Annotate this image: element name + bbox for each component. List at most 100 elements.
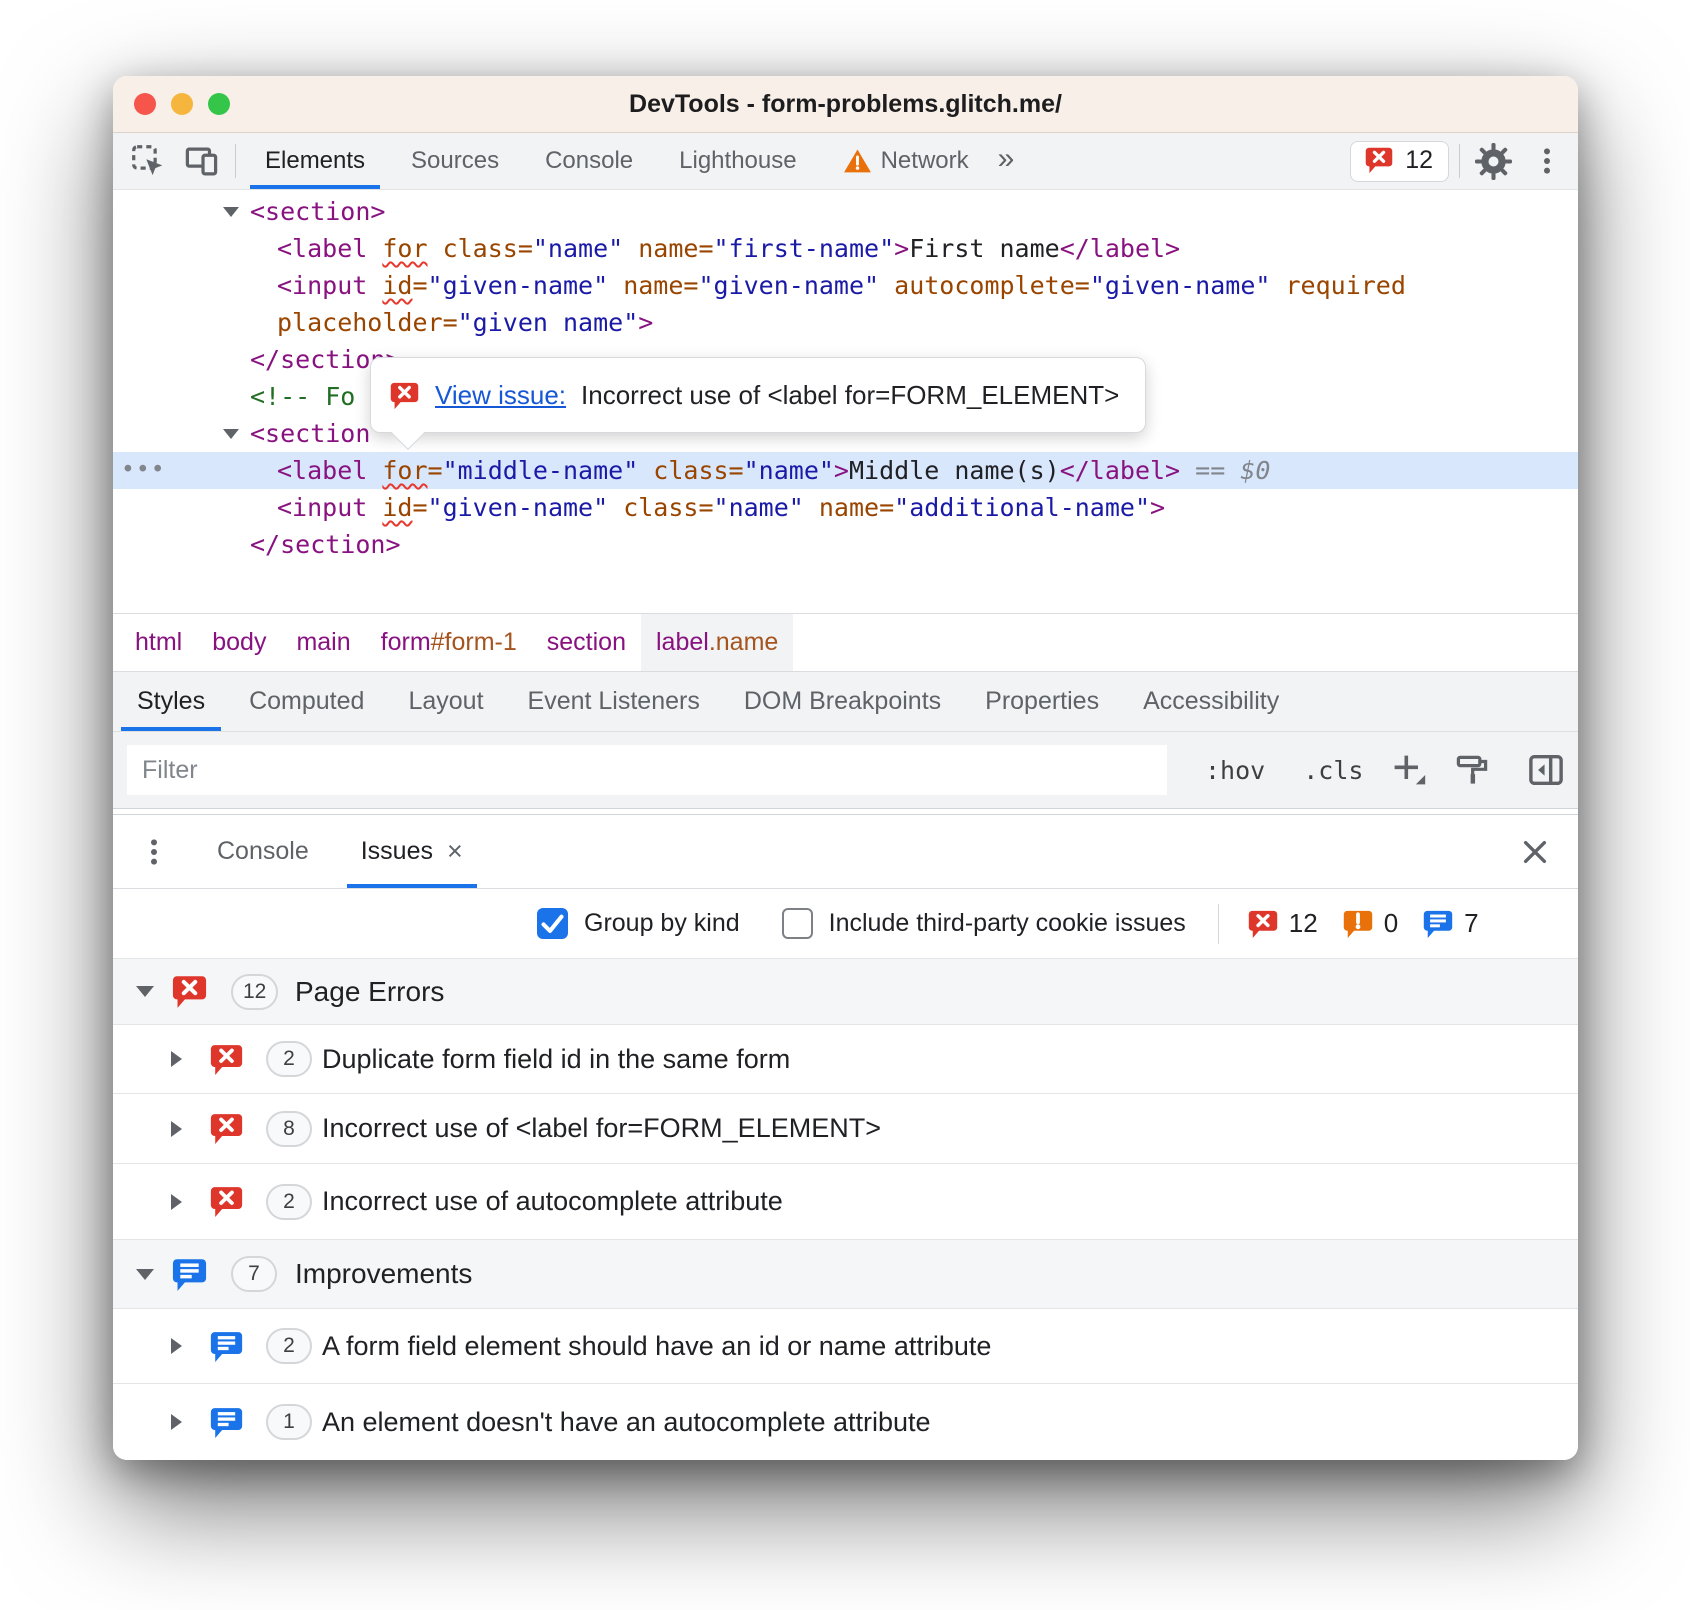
dom-node-line-selected[interactable]: •••<label for="middle-name" class="name"… — [113, 452, 1578, 489]
minimize-window-button[interactable] — [171, 93, 193, 115]
breadcrumb-body[interactable]: body — [197, 614, 281, 671]
group-by-kind-label: Group by kind — [584, 909, 740, 938]
tab-computed[interactable]: Computed — [227, 672, 386, 731]
close-window-button[interactable] — [134, 93, 156, 115]
issue-category-row[interactable]: 7 Improvements — [113, 1239, 1578, 1308]
collapse-arrow-icon[interactable] — [136, 986, 154, 997]
expand-arrow-icon[interactable] — [223, 429, 239, 439]
new-style-rule-button[interactable] — [1391, 752, 1427, 788]
tab-elements[interactable]: Elements — [242, 133, 388, 189]
breadcrumb-main[interactable]: main — [281, 614, 365, 671]
tab-sources[interactable]: Sources — [388, 133, 522, 189]
dom-node-line[interactable]: <input id="given-name" name="given-name"… — [113, 267, 1578, 304]
issue-title: Page Errors — [295, 976, 444, 1008]
issue-row[interactable]: 2A form field element should have an id … — [113, 1308, 1578, 1383]
dom-tree-panel: <section><label for class="name" name="f… — [113, 190, 1578, 613]
element-classes-button[interactable]: .cls — [1303, 756, 1363, 785]
inspect-element-icon[interactable] — [121, 133, 175, 189]
error-bubble-icon — [171, 974, 208, 1009]
issue-title: Incorrect use of <label for=FORM_ELEMENT… — [322, 1113, 881, 1144]
error-counter: 12 — [1247, 908, 1318, 939]
divider — [235, 144, 236, 178]
dom-node-line[interactable]: </section> — [113, 526, 1578, 563]
toggle-sidebar-icon[interactable] — [1528, 752, 1564, 788]
issue-title: Improvements — [295, 1258, 472, 1290]
breadcrumb-section[interactable]: section — [532, 614, 641, 671]
issue-row[interactable]: 2Duplicate form field id in the same for… — [113, 1024, 1578, 1093]
tab-dom-breakpoints[interactable]: DOM Breakpoints — [722, 672, 963, 731]
expand-arrow-icon[interactable] — [171, 1338, 182, 1354]
close-drawer-icon[interactable] — [1518, 835, 1552, 869]
titlebar: DevTools - form-problems.glitch.me/ — [113, 76, 1578, 133]
styles-toolbar: :hov .cls — [113, 732, 1578, 808]
group-by-kind-toggle[interactable]: Group by kind — [537, 908, 740, 939]
panel-splitter[interactable] — [113, 808, 1578, 815]
warning-icon — [843, 148, 872, 174]
expand-arrow-icon[interactable] — [171, 1051, 182, 1067]
tab-layout[interactable]: Layout — [386, 672, 505, 731]
expand-arrow-icon[interactable] — [171, 1414, 182, 1430]
device-toolbar-icon[interactable] — [175, 133, 229, 189]
issue-count-badge: 2 — [266, 1184, 312, 1220]
dom-node-line[interactable]: <section> — [113, 193, 1578, 230]
issue-count-badge: 2 — [266, 1328, 312, 1364]
third-party-checkbox[interactable] — [782, 908, 813, 939]
dom-node-line[interactable]: <label for class="name" name="first-name… — [113, 230, 1578, 267]
error-bubble-icon — [209, 1043, 244, 1076]
issue-title: Incorrect use of autocomplete attribute — [322, 1186, 783, 1217]
issue-row[interactable]: 8Incorrect use of <label for=FORM_ELEMEN… — [113, 1093, 1578, 1163]
error-bubble-icon — [209, 1112, 244, 1145]
improvement-bubble-icon — [1422, 909, 1454, 939]
breadcrumb-html[interactable]: html — [120, 614, 197, 671]
error-bubble-icon — [1247, 909, 1279, 939]
rendering-emulation-icon[interactable] — [1455, 753, 1489, 787]
more-tabs-button[interactable]: » — [992, 142, 1031, 180]
tab-lighthouse[interactable]: Lighthouse — [656, 133, 819, 189]
issue-count-badge: 1 — [266, 1404, 312, 1440]
issue-count-badge: 12 — [231, 974, 278, 1010]
issue-title: An element doesn't have an autocomplete … — [322, 1407, 931, 1438]
issue-row[interactable]: 2 Incorrect use of autocomplete attribute — [113, 1163, 1578, 1239]
expand-arrow-icon[interactable] — [171, 1121, 182, 1137]
main-tabs: ElementsSourcesConsoleLighthouseNetwork — [242, 133, 992, 189]
breadcrumb-form#form-1[interactable]: form#form-1 — [366, 614, 532, 671]
filter-input[interactable] — [127, 745, 1167, 795]
group-by-kind-checkbox[interactable] — [537, 908, 568, 939]
more-options-icon[interactable] — [1520, 133, 1574, 189]
tab-console[interactable]: Console — [522, 133, 656, 189]
issues-count-button[interactable]: 12 — [1350, 141, 1449, 182]
tab-styles[interactable]: Styles — [115, 672, 227, 731]
expand-arrow-icon[interactable] — [171, 1194, 182, 1210]
node-actions-icon[interactable]: ••• — [121, 452, 166, 489]
breadcrumb-label.name[interactable]: label.name — [641, 614, 793, 671]
tab-event-listeners[interactable]: Event Listeners — [506, 672, 722, 731]
close-issues-tab-icon[interactable]: × — [447, 836, 463, 867]
issue-count-badge: 2 — [266, 1041, 312, 1077]
issues-list: 12Page Errors2Duplicate form field id in… — [113, 958, 1578, 1460]
view-issue-link[interactable]: View issue: — [435, 380, 566, 411]
third-party-toggle[interactable]: Include third-party cookie issues — [782, 908, 1186, 939]
drawer-tab-issues[interactable]: Issues × — [335, 815, 489, 888]
toggle-element-state-button[interactable]: :hov — [1205, 756, 1265, 785]
dom-node-line[interactable]: placeholder="given name"> — [113, 304, 1578, 341]
improvement-bubble-icon — [209, 1330, 244, 1363]
collapse-arrow-icon[interactable] — [136, 1269, 154, 1280]
tab-network[interactable]: Network — [820, 133, 992, 189]
issue-count-badge: 7 — [231, 1256, 277, 1292]
settings-gear-icon[interactable] — [1466, 133, 1520, 189]
issue-category-row[interactable]: 12 Page Errors — [113, 958, 1578, 1024]
drawer-tab-console[interactable]: Console — [191, 815, 335, 888]
window-title: DevTools - form-problems.glitch.me/ — [629, 90, 1062, 119]
drawer-menu-icon[interactable] — [113, 837, 191, 867]
issue-tooltip: View issue: Incorrect use of <label for=… — [370, 357, 1146, 433]
tab-accessibility[interactable]: Accessibility — [1121, 672, 1301, 731]
issues-toolbar: Group by kind Include third-party cookie… — [113, 889, 1578, 958]
dom-node-line[interactable]: <input id="given-name" class="name" name… — [113, 489, 1578, 526]
improvement-bubble-icon — [171, 1257, 208, 1292]
error-bubble-icon — [209, 1185, 244, 1218]
issue-row[interactable]: 1 An element doesn't have an autocomplete… — [113, 1383, 1578, 1460]
expand-arrow-icon[interactable] — [223, 207, 239, 217]
zoom-window-button[interactable] — [208, 93, 230, 115]
warning-counter: 0 — [1342, 908, 1398, 939]
tab-properties[interactable]: Properties — [963, 672, 1121, 731]
